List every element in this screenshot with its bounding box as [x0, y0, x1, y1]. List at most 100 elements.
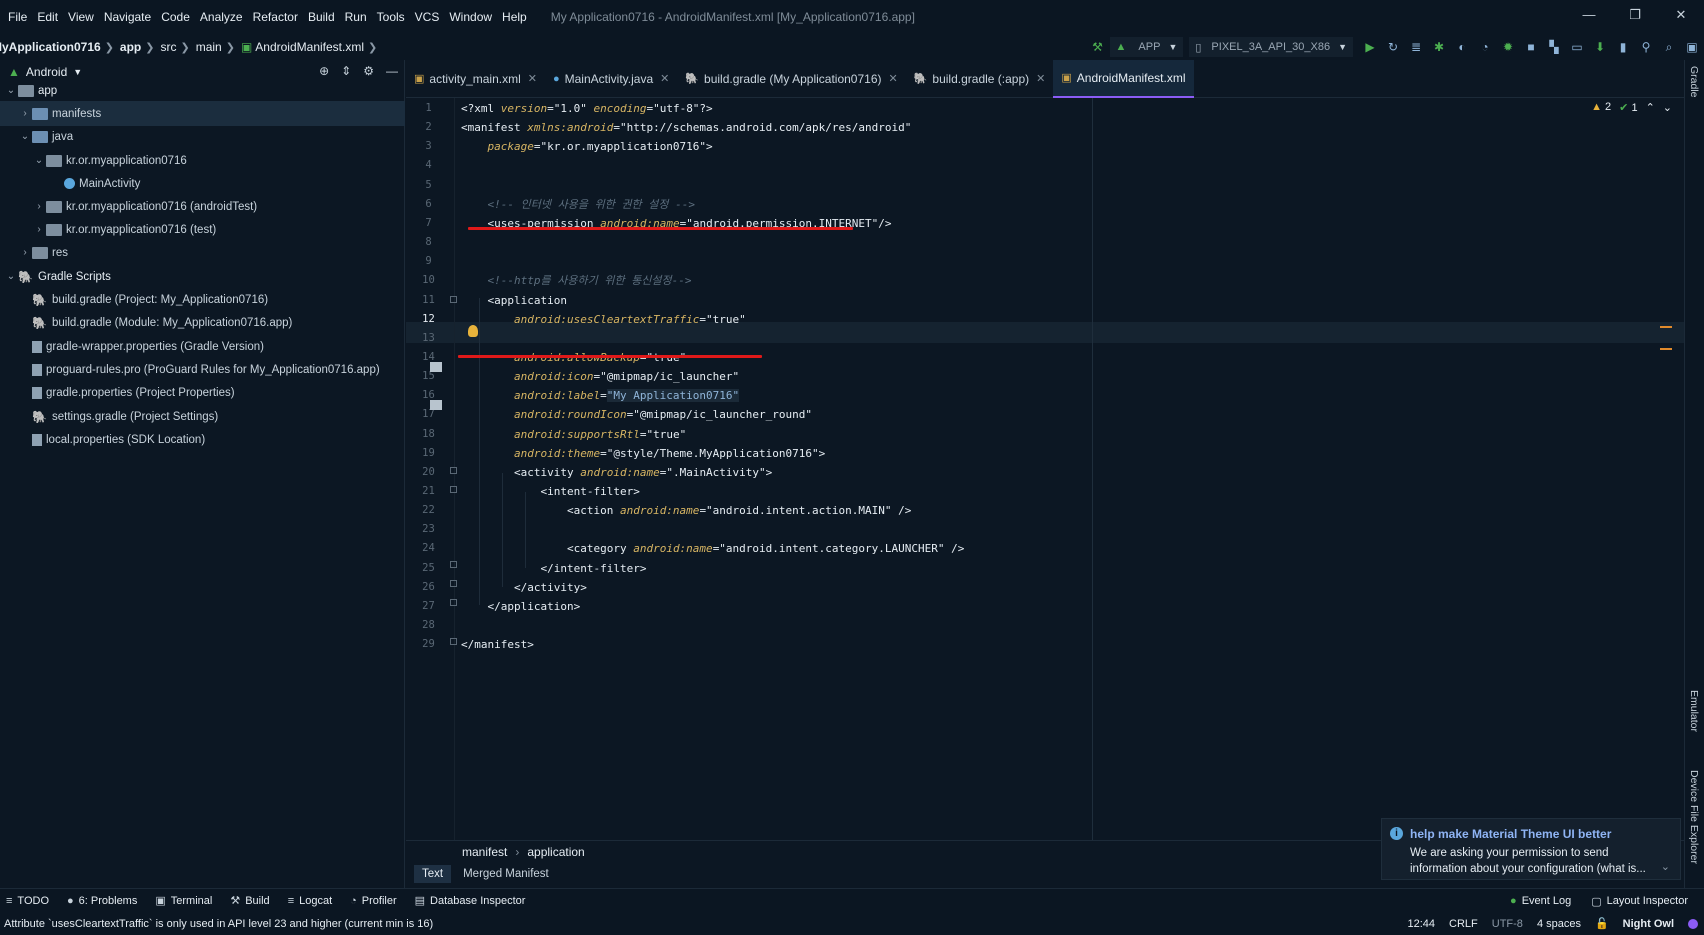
emulator-tool-tab[interactable]: Emulator [1688, 690, 1700, 732]
subtab-text[interactable]: Text [414, 865, 452, 883]
tree-item[interactable]: 🐘 build.gradle (Module: My_Application071… [0, 310, 405, 335]
code-line[interactable]: android:supportsRtl="true" [461, 424, 686, 445]
breadcrumb-item[interactable]: main [196, 40, 222, 54]
settings-icon[interactable]: ▣ [1681, 36, 1703, 58]
menu-run[interactable]: Run [345, 10, 367, 24]
locate-icon[interactable]: ⊕ [319, 64, 329, 78]
close-icon[interactable]: ✕ [528, 72, 537, 85]
chevron-right-icon[interactable]: › [18, 247, 32, 258]
chevron-down-icon[interactable]: ⌄ [1663, 101, 1672, 114]
fold-marker[interactable] [450, 296, 457, 303]
tree-item[interactable]: ⌄ app [0, 78, 405, 103]
menu-help[interactable]: Help [502, 10, 527, 24]
tool-window-problems[interactable]: ● 6: Problems [67, 895, 137, 907]
search-icon[interactable]: ⌕ [1658, 36, 1680, 58]
device-file-explorer-tab[interactable]: Device File Explorer [1688, 770, 1700, 864]
code-line[interactable]: android:usesCleartextTraffic="true" [461, 309, 746, 330]
code-line[interactable]: <action android:name="android.intent.act… [461, 500, 911, 521]
tree-item[interactable]: gradle-wrapper.properties (Gradle Versio… [0, 334, 405, 359]
indent-setting[interactable]: 4 spaces [1537, 918, 1581, 930]
device-select[interactable]: ▯ PIXEL_3A_API_30_X86 ▼ [1189, 37, 1353, 57]
code-line[interactable]: <uses-permission android:name="android.p… [461, 213, 892, 234]
tree-item[interactable]: local.properties (SDK Location) [0, 427, 405, 452]
breadcrumb-item[interactable]: MyApplication0716 [0, 40, 101, 54]
fold-marker[interactable] [450, 580, 457, 587]
tool-window-logcat[interactable]: ≡ Logcat [288, 895, 332, 907]
device-manager-icon[interactable]: ▮ [1612, 36, 1634, 58]
lightbulb-icon[interactable] [468, 325, 478, 337]
code-line[interactable]: <category android:name="android.intent.c… [461, 538, 964, 559]
menu-view[interactable]: View [68, 10, 94, 24]
attach-debugger-icon[interactable]: ◔ [1474, 36, 1496, 58]
caret-position[interactable]: 12:44 [1408, 918, 1436, 930]
tool-window-build[interactable]: ⚒ Build [230, 894, 269, 908]
image-icon[interactable] [430, 400, 442, 410]
inspection-widget[interactable]: ▲ 2 ✔ 1 ⌃ ⌄ [1591, 101, 1672, 114]
make-project-icon[interactable]: ⚒ [1087, 36, 1109, 58]
chevron-right-icon[interactable]: › [32, 224, 46, 235]
tool-window-event-log[interactable]: ● Event Log [1510, 895, 1571, 907]
fold-marker[interactable] [450, 599, 457, 606]
code-line[interactable]: <intent-filter> [461, 481, 639, 502]
code-line[interactable]: <!-- 인터넷 사용을 위한 권한 설정 --> [461, 194, 696, 215]
code-line[interactable]: android:roundIcon="@mipmap/ic_launcher_r… [461, 404, 812, 425]
menu-file[interactable]: File [8, 10, 27, 24]
code-editor[interactable]: 1 2 3 4 5 6 7 8 9 10 11 12 13 14 15 16 17 18 19 20 21 22 23 24 2… [406, 98, 1684, 840]
code-line[interactable]: android:icon="@mipmap/ic_launcher" [461, 366, 739, 387]
tree-item[interactable]: MainActivity [0, 171, 405, 196]
coverage-icon[interactable]: ✹ [1497, 36, 1519, 58]
tree-item[interactable]: › kr.or.myapplication0716 (androidTest) [0, 194, 405, 219]
debug-icon[interactable]: ✱ [1428, 36, 1450, 58]
editor-tab[interactable]: ▣ activity_main.xml ✕ [406, 60, 545, 98]
menu-refactor[interactable]: Refactor [253, 10, 298, 24]
file-encoding[interactable]: UTF-8 [1492, 918, 1523, 930]
chevron-right-icon[interactable]: › [32, 201, 46, 212]
minimize-button[interactable]: — [1566, 0, 1612, 34]
tree-item[interactable]: › manifests [0, 101, 405, 126]
project-view-select[interactable]: Android [26, 65, 67, 79]
editor-breadcrumb-item[interactable]: manifest [462, 845, 507, 859]
editor-tab[interactable]: ● MainActivity.java ✕ [545, 60, 677, 98]
collapse-icon[interactable]: ⇕ [341, 64, 351, 78]
run-config-select[interactable]: ▲ APP ▼ [1109, 37, 1184, 57]
editor-tab[interactable]: 🐘 build.gradle (My Application0716) ✕ [677, 60, 905, 98]
chevron-down-icon[interactable]: ⌄ [1661, 860, 1670, 873]
code-line[interactable]: <application [461, 290, 567, 311]
editor-breadcrumb-item[interactable]: application [527, 845, 584, 859]
lock-icon[interactable]: 🔓 [1595, 917, 1609, 930]
restore-button[interactable]: ❐ [1612, 0, 1658, 34]
chevron-up-icon[interactable]: ⌃ [1646, 101, 1655, 114]
theme-name[interactable]: Night Owl [1623, 918, 1674, 930]
editor-tab[interactable]: ▣ AndroidManifest.xml [1053, 59, 1194, 98]
tree-item[interactable]: proguard-rules.pro (ProGuard Rules for M… [0, 357, 405, 382]
fold-marker[interactable] [450, 486, 457, 493]
apply-code-changes-icon[interactable]: ≣ [1405, 36, 1427, 58]
menu-window[interactable]: Window [449, 10, 492, 24]
tree-item[interactable]: ⌄ java [0, 124, 405, 149]
close-icon[interactable]: ✕ [660, 72, 669, 85]
editor-tab[interactable]: 🐘 build.gradle (:app) ✕ [906, 60, 1054, 98]
avd-manager-icon[interactable]: ▭ [1566, 36, 1588, 58]
subtab-merged-manifest[interactable]: Merged Manifest [455, 865, 557, 883]
hide-icon[interactable]: — [386, 64, 398, 78]
tree-item[interactable]: › res [0, 240, 405, 265]
chevron-down-icon[interactable]: ⌄ [4, 85, 18, 96]
tool-window-terminal[interactable]: ▣ Terminal [155, 894, 212, 908]
chevron-down-icon[interactable]: ⌄ [4, 271, 18, 282]
tree-item[interactable]: ⌄ kr.or.myapplication0716 [0, 148, 405, 173]
close-icon[interactable]: ✕ [1036, 72, 1045, 85]
gear-icon[interactable]: ⚙ [363, 64, 374, 78]
code-line[interactable]: android:label="My Application0716" [461, 385, 740, 406]
apply-changes-icon[interactable]: ↻ [1382, 36, 1404, 58]
stop-icon[interactable]: ■ [1520, 36, 1542, 58]
breadcrumb-item[interactable]: src [160, 40, 176, 54]
image-icon[interactable] [430, 362, 442, 372]
code-line[interactable]: </intent-filter> [461, 558, 646, 579]
chevron-right-icon[interactable]: › [18, 108, 32, 119]
code-line[interactable]: android:theme="@style/Theme.MyApplicatio… [461, 443, 825, 464]
fold-marker[interactable] [450, 467, 457, 474]
run-icon[interactable]: ▶ [1359, 36, 1381, 58]
chevron-down-icon[interactable]: ⌄ [32, 155, 46, 166]
scrollbar-marker[interactable] [1660, 348, 1672, 350]
code-line[interactable]: <!--http를 사용하기 위한 통신설정--> [461, 270, 692, 291]
